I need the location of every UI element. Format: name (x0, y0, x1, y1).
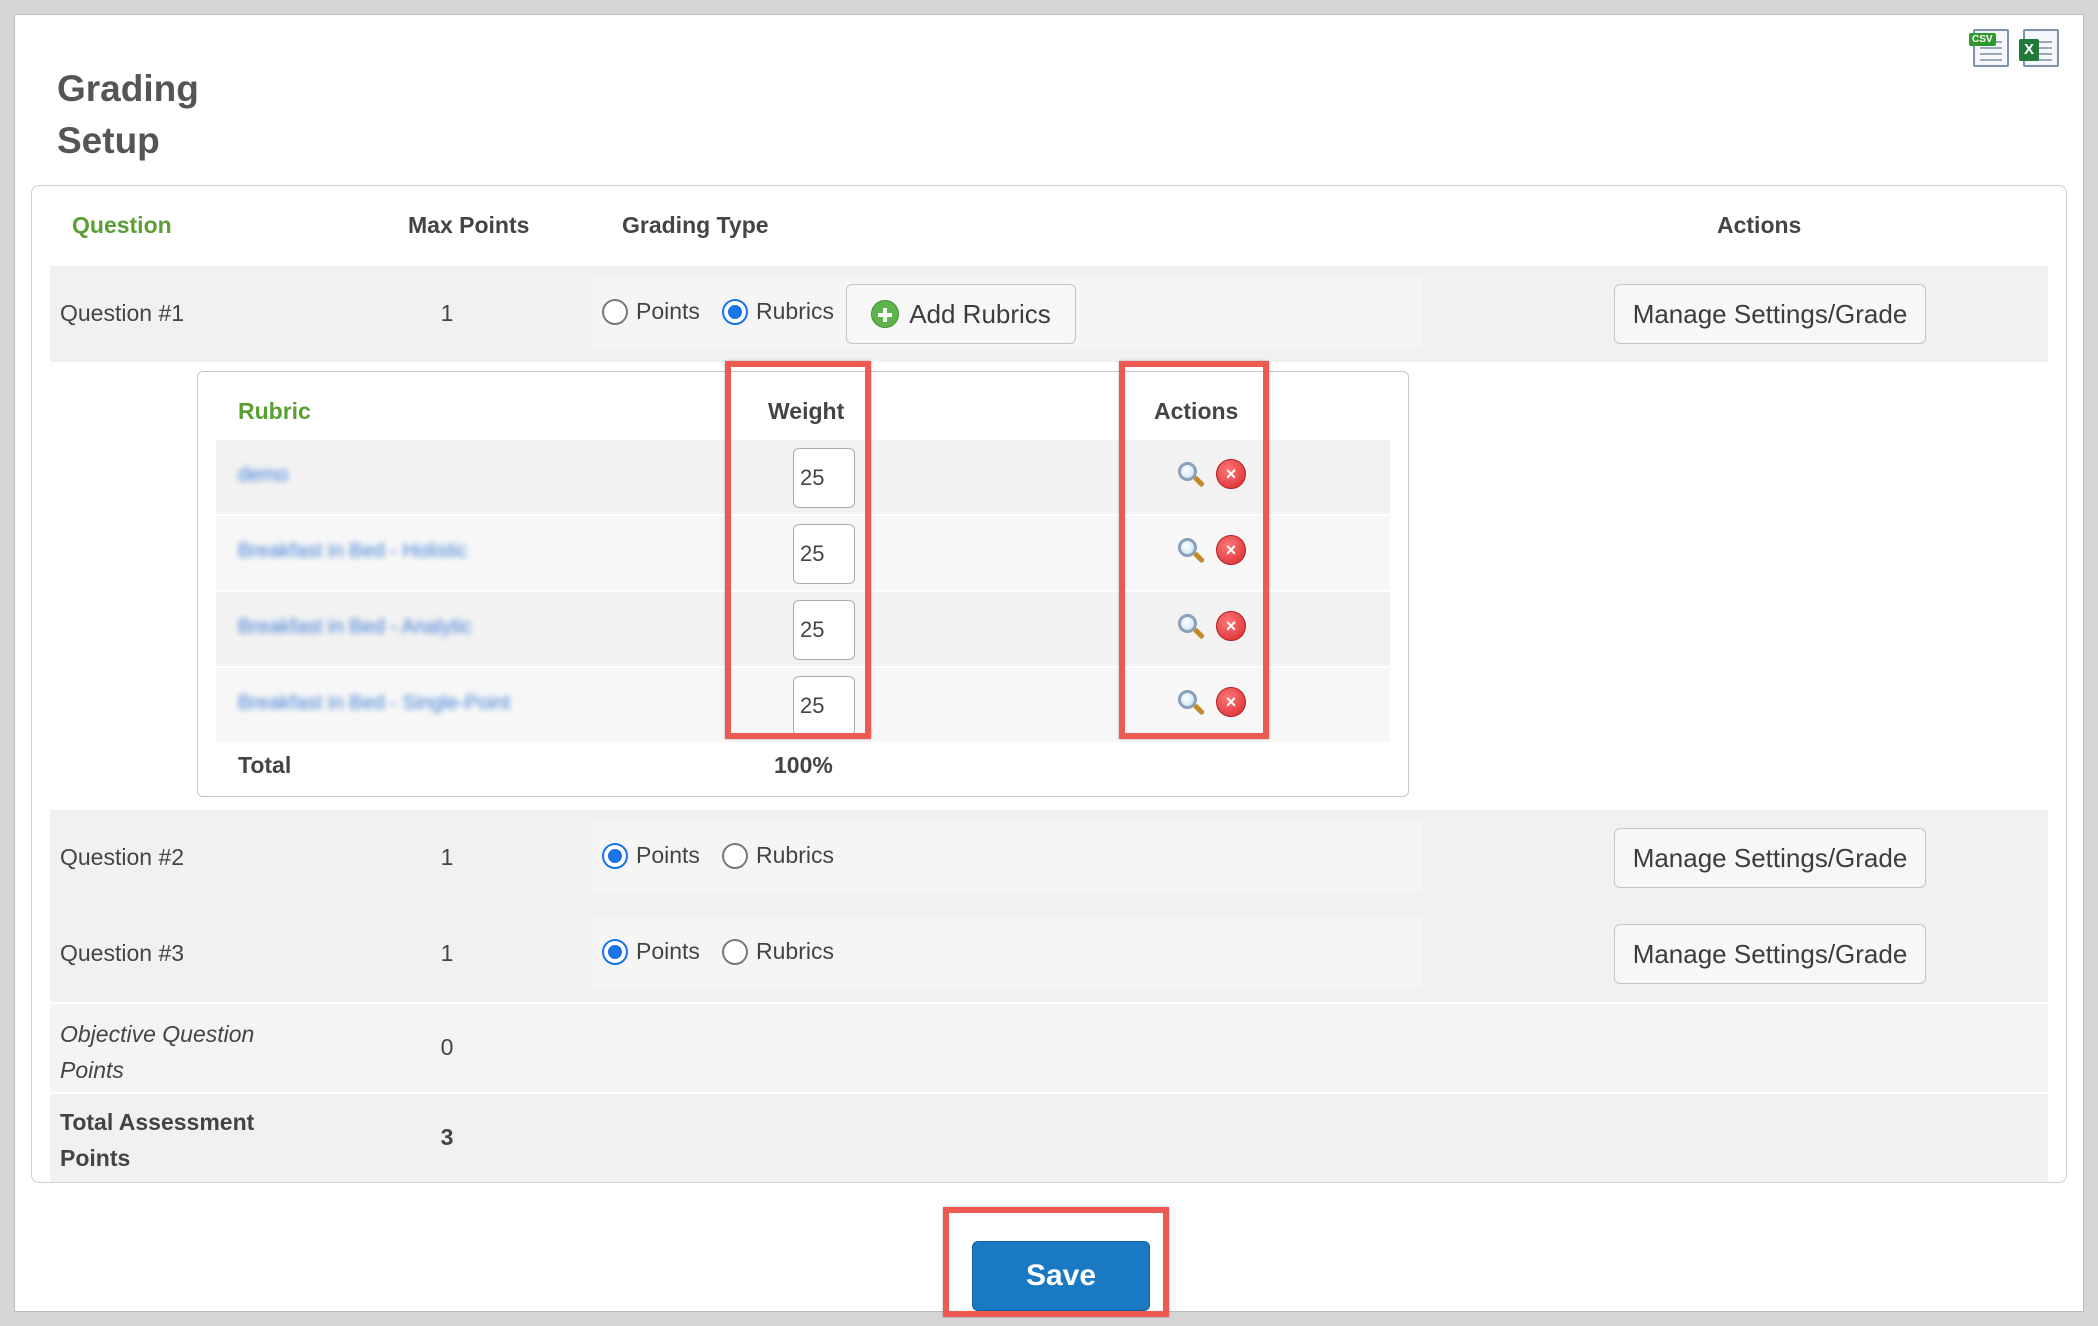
total-label-line1: Total Assessment (60, 1109, 255, 1135)
header-max-points: Max Points (408, 212, 530, 238)
grading-type-cell: Points Rubrics (592, 918, 1422, 988)
rubrics-label: Rubrics (756, 842, 834, 868)
objective-points-value: 0 (440, 1034, 454, 1060)
points-radio-option[interactable]: Points (602, 842, 700, 869)
page-title: Grading Setup (57, 68, 199, 161)
rubric-total-value: 100% (774, 752, 833, 778)
objective-points-label: Objective Question Points (60, 1016, 254, 1088)
question-row-1: Question #1 1 Points Rubrics Add Rubrics… (50, 266, 2048, 362)
question-row-2: Question #2 1 Points Rubrics Manage Sett… (50, 810, 2048, 906)
rubrics-radio-option[interactable]: Rubrics (722, 298, 834, 325)
manage-settings-button[interactable]: Manage Settings/Grade (1614, 828, 1926, 888)
save-button[interactable]: Save (972, 1241, 1150, 1311)
points-radio[interactable] (602, 938, 628, 965)
manage-settings-label: Manage Settings/Grade (1632, 842, 1908, 873)
excel-tag: X (2019, 39, 2039, 61)
manage-settings-button[interactable]: Manage Settings/Grade (1614, 284, 1926, 344)
points-label: Points (636, 842, 700, 868)
rubrics-radio[interactable] (722, 298, 748, 325)
question-max-points: 1 (440, 844, 454, 870)
question-max-points: 1 (440, 940, 454, 966)
actions-highlight-box (1119, 361, 1269, 739)
points-label: Points (636, 938, 700, 964)
weight-highlight-box (725, 361, 871, 739)
grading-type-cell: Points Rubrics (592, 822, 1422, 892)
add-rubrics-label: Add Rubrics (909, 298, 1051, 329)
manage-settings-button[interactable]: Manage Settings/Grade (1614, 924, 1926, 984)
rubrics-radio-option[interactable]: Rubrics (722, 842, 834, 869)
question-max-points: 1 (440, 300, 454, 326)
question-name: Question #1 (60, 300, 185, 326)
question-name: Question #2 (60, 844, 185, 870)
points-radio-option[interactable]: Points (602, 298, 700, 325)
export-toolbar: CSV X (1969, 29, 2059, 67)
total-points-value: 3 (440, 1124, 454, 1150)
total-points-row: Total Assessment Points 3 (50, 1094, 2048, 1182)
rubrics-label: Rubrics (756, 938, 834, 964)
grading-type-cell: Points Rubrics Add Rubrics (592, 278, 1422, 348)
rubric-link[interactable]: Breakfast in Bed - Analytic (238, 616, 471, 639)
rubrics-radio[interactable] (722, 938, 748, 965)
excel-export-icon[interactable]: X (2019, 29, 2059, 67)
table-header: Question Max Points Grading Type Actions (32, 186, 2066, 254)
objective-label-line1: Objective Question (60, 1021, 255, 1047)
rubric-link[interactable]: Breakfast in Bed - Holistic (238, 540, 467, 563)
rubric-link[interactable]: demo (238, 464, 288, 487)
header-rubric: Rubric (238, 398, 311, 424)
rubrics-radio[interactable] (722, 842, 748, 869)
csv-export-icon[interactable]: CSV (1969, 29, 2009, 67)
question-row-3: Question #3 1 Points Rubrics Manage Sett… (50, 906, 2048, 1002)
points-radio[interactable] (602, 842, 628, 869)
add-rubrics-button[interactable]: Add Rubrics (846, 284, 1076, 344)
manage-settings-label: Manage Settings/Grade (1632, 938, 1908, 969)
rubric-total-label: Total (238, 752, 292, 778)
manage-settings-label: Manage Settings/Grade (1632, 298, 1908, 329)
points-label: Points (636, 298, 700, 324)
add-circle-icon (871, 300, 900, 328)
rubrics-label: Rubrics (756, 298, 834, 324)
total-label-line2: Points (60, 1145, 131, 1171)
header-grading-type: Grading Type (622, 212, 769, 238)
rubrics-radio-option[interactable]: Rubrics (722, 938, 834, 965)
objective-label-line2: Points (60, 1057, 124, 1083)
points-radio[interactable] (602, 298, 628, 325)
rubric-link[interactable]: Breakfast in Bed - Single-Point (238, 692, 510, 715)
question-name: Question #3 (60, 940, 185, 966)
header-actions: Actions (1717, 212, 1802, 238)
points-radio-option[interactable]: Points (602, 938, 700, 965)
objective-points-row: Objective Question Points 0 (50, 1004, 2048, 1092)
total-points-label: Total Assessment Points (60, 1104, 254, 1176)
grading-setup-page: CSV X Grading Setup Question Max Points … (14, 14, 2084, 1317)
header-question: Question (72, 212, 172, 238)
csv-tag: CSV (1969, 33, 1996, 46)
